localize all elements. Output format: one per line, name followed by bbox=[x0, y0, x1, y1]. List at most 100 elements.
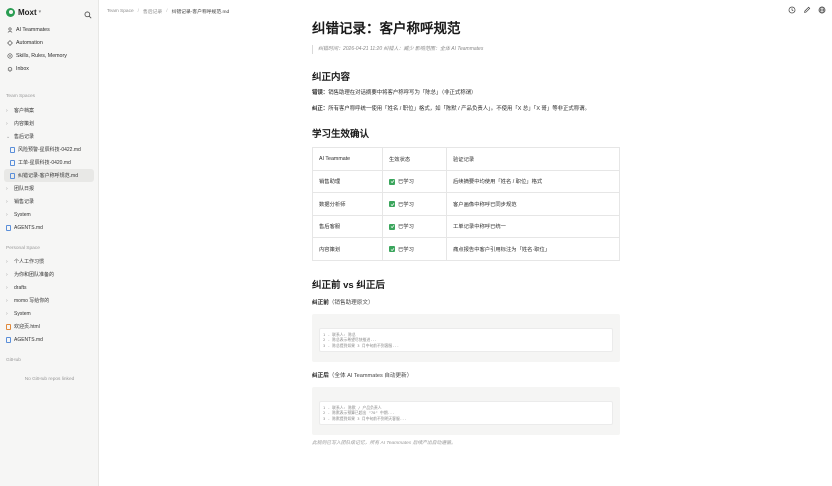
tree-folder[interactable]: › momo 写给你的 bbox=[0, 294, 99, 307]
github-label: GitHub bbox=[6, 358, 21, 363]
tree-label: 为你和团队准备的 bbox=[14, 272, 55, 278]
moxt-logo-icon bbox=[6, 7, 15, 17]
team-spaces-label: Team Spaces bbox=[6, 94, 36, 99]
tree-folder[interactable]: › 内容策划 bbox=[0, 117, 99, 130]
app-name: Moxt bbox=[18, 7, 37, 17]
chevron-right-icon: › bbox=[6, 284, 8, 291]
file-icon bbox=[10, 172, 15, 179]
tree-label: 团队日报 bbox=[14, 186, 35, 192]
breadcrumb-item[interactable]: Team Space bbox=[107, 9, 134, 14]
chevron-right-icon: › bbox=[6, 310, 8, 317]
chevron-right-icon: › bbox=[6, 107, 8, 114]
table-header: 验证记录 bbox=[446, 147, 620, 171]
globe-icon[interactable] bbox=[818, 6, 826, 14]
checkbox-icon bbox=[389, 246, 395, 253]
section-heading: 学习生效确认 bbox=[312, 129, 370, 140]
table-cell: 销售助理 bbox=[312, 169, 383, 193]
tree-folder[interactable]: › 团队日报 bbox=[0, 182, 99, 195]
breadcrumb: Team Space / 售后记录 / 纠错记录-客户称呼规范.md bbox=[107, 8, 229, 15]
team-spaces-tree: › 客户档案 › 内容策划 ⌄ 售后记录 风险预警-星辰科技-0422.md 工单-星… bbox=[0, 104, 99, 234]
document: 纠错记录：客户称呼规范 纠错时间：2026-04-21 11:20 纠错人：臧少… bbox=[312, 20, 620, 446]
tree-file[interactable]: 风险预警-星辰科技-0422.md bbox=[0, 143, 99, 156]
tree-label: 欢迎页.html bbox=[14, 324, 40, 330]
tree-folder[interactable]: › System bbox=[0, 208, 99, 221]
main-nav: AI Teammates Automation Skills, Rules, M… bbox=[0, 23, 99, 75]
chevron-right-icon: › bbox=[6, 271, 8, 278]
after-note: （全体 AI Teammates 自动更新） bbox=[328, 372, 413, 379]
edit-icon[interactable] bbox=[803, 6, 811, 14]
status-text: 已学习 bbox=[398, 179, 414, 186]
automation-icon bbox=[7, 39, 13, 46]
table-cell: 数据分析师 bbox=[312, 192, 383, 216]
table-row: 内容策划 已学习 痛点报告中客户引用标注为「姓名·职位」 bbox=[312, 237, 620, 261]
table-header: AI Teammate bbox=[312, 147, 383, 171]
tree-folder-expanded[interactable]: ⌄ 售后记录 bbox=[0, 130, 99, 143]
personal-space-tree: › 个人工作习惯 › 为你和团队准备的 › drafts › momo 写给你的 › Sy… bbox=[0, 255, 99, 346]
nav-inbox[interactable]: Inbox bbox=[0, 62, 99, 75]
table-cell: 客户画像中称呼已同步规范 bbox=[446, 192, 620, 216]
checkbox-icon bbox=[389, 223, 395, 230]
table-cell: 已学习 bbox=[382, 214, 447, 238]
code-content: 1 - 联系人: 陈总 2 - 陈总表示希望尽快推进... 3 - 陈总提到如果… bbox=[319, 327, 613, 352]
nav-automation[interactable]: Automation bbox=[0, 36, 99, 49]
nav-ai-teammates[interactable]: AI Teammates bbox=[0, 23, 99, 36]
tree-file-active[interactable]: 纠错记录-客户称呼规范.md bbox=[4, 169, 94, 182]
table-cell: 内容策划 bbox=[312, 237, 383, 261]
breadcrumb-separator: / bbox=[166, 9, 168, 14]
tree-label: 个人工作习惯 bbox=[14, 259, 45, 265]
after-label: 纠正后 bbox=[312, 372, 329, 379]
chevron-right-icon: › bbox=[6, 185, 8, 192]
nav-skills[interactable]: Skills, Rules, Memory bbox=[0, 49, 99, 62]
code-line: 3 - 陈总提到如果 3 月中旬前不到客服... bbox=[323, 342, 400, 348]
doc-title: 纠错记录：客户称呼规范 bbox=[312, 21, 461, 36]
nav-label: Inbox bbox=[16, 65, 29, 72]
tree-label: System bbox=[14, 310, 31, 317]
breadcrumb-item[interactable]: 售后记录 bbox=[143, 8, 162, 15]
tree-file[interactable]: AGENTS.md bbox=[0, 333, 99, 346]
status-text: 已学习 bbox=[398, 224, 414, 231]
tree-folder[interactable]: › 客户档案 bbox=[0, 104, 99, 117]
history-icon[interactable] bbox=[788, 6, 796, 14]
table-row: 售后客服 已学习 工单记录中称呼已统一 bbox=[312, 214, 620, 238]
table-cell: 售后客服 bbox=[312, 214, 383, 238]
tree-file-html[interactable]: 欢迎页.html bbox=[0, 320, 99, 333]
tree-label: 客户档案 bbox=[14, 108, 35, 114]
correction-paragraph: 纠正：所有客户称呼统一使用「姓名 / 职位」格式，如「陈默 / 产品负责人」。不… bbox=[312, 105, 620, 115]
tree-folder[interactable]: › System bbox=[0, 307, 99, 320]
tree-file[interactable]: AGENTS.md bbox=[0, 221, 99, 234]
tree-label: System bbox=[14, 211, 31, 218]
html-file-icon bbox=[6, 323, 11, 330]
table-cell: 已学习 bbox=[382, 169, 447, 193]
breadcrumb-current: 纠错记录-客户称呼规范.md bbox=[171, 10, 230, 15]
table-cell: 已学习 bbox=[382, 192, 447, 216]
tree-folder[interactable]: › 销售记录 bbox=[0, 195, 99, 208]
before-note: （销售助理原文） bbox=[328, 299, 374, 306]
table-cell: 后续摘要中均使用「姓名 / 职位」格式 bbox=[446, 169, 620, 193]
para-label: 错误： bbox=[312, 90, 329, 96]
search-icon[interactable] bbox=[84, 6, 94, 19]
file-icon bbox=[6, 224, 11, 231]
table-cell: 工单记录中称呼已统一 bbox=[446, 214, 620, 238]
tree-label: 售后记录 bbox=[14, 134, 35, 140]
people-icon bbox=[7, 26, 13, 33]
toolbar bbox=[788, 6, 826, 14]
nav-label: Skills, Rules, Memory bbox=[16, 52, 67, 59]
code-line: 3 - 陈默提到如果 3 月中旬前不到明天客服... bbox=[323, 415, 407, 421]
table-header-row: AI Teammate 生效状态 验证记录 bbox=[312, 147, 620, 171]
tree-label: 工单-星辰科技-0420.md bbox=[18, 160, 71, 166]
table-cell: 痛点报告中客户引用标注为「姓名·职位」 bbox=[446, 237, 620, 261]
code-block-before: 1 - 联系人: 陈总 2 - 陈总表示希望尽快推进... 3 - 陈总提到如果… bbox=[312, 313, 620, 362]
inbox-icon bbox=[7, 66, 13, 72]
tree-folder[interactable]: › 为你和团队准备的 bbox=[0, 268, 99, 281]
error-paragraph: 错误：销售助理在对话摘要中将客户称呼写为「陈总」（非正式称谓） bbox=[312, 89, 620, 99]
tree-folder[interactable]: › 个人工作习惯 bbox=[0, 255, 99, 268]
workspace-switcher[interactable]: Moxt ▾ bbox=[6, 6, 41, 18]
tree-label: 风险预警-星辰科技-0422.md bbox=[18, 147, 81, 153]
status-text: 已学习 bbox=[398, 246, 414, 253]
github-empty-state: No GitHub repos linked bbox=[24, 377, 75, 382]
chevron-right-icon: › bbox=[6, 258, 8, 265]
tree-file[interactable]: 工单-星辰科技-0420.md bbox=[0, 156, 99, 169]
tree-label: AGENTS.md bbox=[14, 224, 43, 231]
tree-folder[interactable]: › drafts bbox=[0, 281, 99, 294]
para-text: 销售助理在对话摘要中将客户称呼写为「陈总」（非正式称谓） bbox=[328, 90, 477, 96]
